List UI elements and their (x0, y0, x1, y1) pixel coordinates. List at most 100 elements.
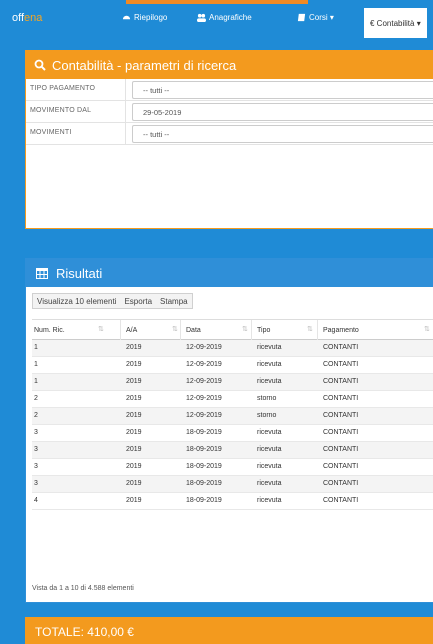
cell-num-ric: 1 (34, 344, 38, 351)
total-bar: TOTALE: 410,00 € (25, 617, 433, 644)
table-row[interactable]: 2 2019 12-09-2019 storno CONTANTI (32, 391, 433, 408)
col-header-aa[interactable]: A/A (126, 327, 137, 334)
table-info: Vista da 1 a 10 di 4.588 elementi (32, 585, 134, 592)
cell-data: 12-09-2019 (186, 344, 222, 351)
page-length-button[interactable]: Visualizza 10 elementi (33, 294, 120, 308)
sort-icon[interactable]: ⇅ (424, 325, 430, 333)
sort-icon[interactable]: ⇅ (172, 325, 178, 333)
cell-data: 18-09-2019 (186, 497, 222, 504)
search-panel-header: Contabilità - parametri di ricerca (26, 51, 433, 79)
col-header-tipo[interactable]: Tipo (257, 327, 270, 334)
movimento-dal-input[interactable]: 29-05-2019 (132, 103, 433, 121)
table-row[interactable]: 4 2019 18-09-2019 ricevuta CONTANTI (32, 493, 433, 510)
cell-data: 12-09-2019 (186, 378, 222, 385)
euro-icon: € Contabilità ▾ (370, 18, 421, 28)
cell-tipo: ricevuta (257, 497, 282, 504)
top-navbar: offena Riepilogo Anagrafiche Corsi ▾ € C… (0, 4, 433, 38)
cell-pagamento: CONTANTI (323, 446, 359, 453)
sort-icon[interactable]: ⇅ (98, 325, 104, 333)
cell-num-ric: 1 (34, 378, 38, 385)
table-row[interactable]: 1 2019 12-09-2019 ricevuta CONTANTI (32, 374, 433, 391)
cell-pagamento: CONTANTI (323, 412, 359, 419)
cell-data: 18-09-2019 (186, 446, 222, 453)
users-icon (197, 13, 206, 22)
field-movimento-dal: MOVIMENTO DAL 29-05-2019 (26, 101, 433, 123)
table-row[interactable]: 3 2019 18-09-2019 ricevuta CONTANTI (32, 425, 433, 442)
sort-icon[interactable]: ⇅ (307, 325, 313, 333)
table-row[interactable]: 3 2019 18-09-2019 ricevuta CONTANTI (32, 442, 433, 459)
search-panel: Contabilità - parametri di ricerca TIPO … (25, 50, 433, 229)
cell-num-ric: 2 (34, 395, 38, 402)
cell-tipo: ricevuta (257, 480, 282, 487)
table-header-row: Num. Ric. ⇅ A/A ⇅ Data ⇅ Tipo ⇅ Pagament… (32, 319, 433, 340)
cell-pagamento: CONTANTI (323, 361, 359, 368)
cell-num-ric: 2 (34, 412, 38, 419)
cell-tipo: ricevuta (257, 429, 282, 436)
print-button[interactable]: Stampa (156, 294, 192, 308)
cell-pagamento: CONTANTI (323, 480, 359, 487)
cell-aa: 2019 (126, 429, 142, 436)
cell-data: 18-09-2019 (186, 463, 222, 470)
cell-tipo: ricevuta (257, 344, 282, 351)
export-button[interactable]: Esporta (120, 294, 156, 308)
cell-data: 12-09-2019 (186, 395, 222, 402)
cell-num-ric: 3 (34, 446, 38, 453)
field-tipo-pagamento: TIPO PAGAMENTO -- tutti -- (26, 79, 433, 101)
movimenti-select[interactable]: -- tutti -- (132, 125, 433, 143)
app-logo[interactable]: offena (12, 12, 42, 24)
cell-aa: 2019 (126, 361, 142, 368)
cell-num-ric: 1 (34, 361, 38, 368)
cell-num-ric: 4 (34, 497, 38, 504)
cell-tipo: ricevuta (257, 463, 282, 470)
cell-pagamento: CONTANTI (323, 378, 359, 385)
col-header-data[interactable]: Data (186, 327, 201, 334)
cell-tipo: ricevuta (257, 446, 282, 453)
field-label: TIPO PAGAMENTO (30, 85, 96, 92)
dashboard-icon (122, 15, 131, 20)
col-header-num-ric[interactable]: Num. Ric. (34, 327, 65, 334)
col-header-pagamento[interactable]: Pagamento (323, 327, 359, 334)
cell-aa: 2019 (126, 412, 142, 419)
table-row[interactable]: 1 2019 12-09-2019 ricevuta CONTANTI (32, 357, 433, 374)
cell-aa: 2019 (126, 344, 142, 351)
field-movimenti: MOVIMENTI -- tutti -- (26, 123, 433, 145)
search-panel-title: Contabilità - parametri di ricerca (52, 57, 237, 73)
cell-pagamento: CONTANTI (323, 497, 359, 504)
cell-aa: 2019 (126, 378, 142, 385)
results-panel-title: Risultati (56, 265, 103, 281)
cell-aa: 2019 (126, 480, 142, 487)
search-icon (34, 59, 46, 71)
table-icon (36, 267, 48, 279)
cell-data: 12-09-2019 (186, 412, 222, 419)
results-table: Num. Ric. ⇅ A/A ⇅ Data ⇅ Tipo ⇅ Pagament… (32, 319, 433, 510)
cell-aa: 2019 (126, 497, 142, 504)
nav-item-contabilita[interactable]: € Contabilità ▾ (364, 8, 427, 38)
cell-num-ric: 3 (34, 480, 38, 487)
cell-data: 18-09-2019 (186, 480, 222, 487)
cell-pagamento: CONTANTI (323, 463, 359, 470)
cell-data: 18-09-2019 (186, 429, 222, 436)
nav-item-anagrafiche[interactable]: Anagrafiche (197, 13, 252, 22)
field-label: MOVIMENTI (30, 129, 72, 136)
cell-data: 12-09-2019 (186, 361, 222, 368)
field-label: MOVIMENTO DAL (30, 107, 92, 114)
cell-tipo: ricevuta (257, 361, 282, 368)
table-row[interactable]: 3 2019 18-09-2019 ricevuta CONTANTI (32, 476, 433, 493)
results-panel-header: Risultati (26, 259, 433, 287)
nav-item-riepilogo[interactable]: Riepilogo (122, 13, 167, 22)
table-row[interactable]: 1 2019 12-09-2019 ricevuta CONTANTI (32, 340, 433, 357)
cell-num-ric: 3 (34, 463, 38, 470)
table-row[interactable]: 2 2019 12-09-2019 storno CONTANTI (32, 408, 433, 425)
table-body: 1 2019 12-09-2019 ricevuta CONTANTI 1 2019 12-0… (32, 340, 433, 510)
table-toolbar: Visualizza 10 elementi Esporta Stampa (32, 293, 193, 309)
sort-icon[interactable]: ⇅ (242, 325, 248, 333)
cell-tipo: storno (257, 395, 277, 402)
cell-tipo: ricevuta (257, 378, 282, 385)
nav-item-corsi[interactable]: Corsi ▾ (297, 13, 334, 22)
cell-aa: 2019 (126, 446, 142, 453)
cell-pagamento: CONTANTI (323, 429, 359, 436)
tipo-pagamento-select[interactable]: -- tutti -- (132, 81, 433, 99)
table-row[interactable]: 3 2019 18-09-2019 ricevuta CONTANTI (32, 459, 433, 476)
results-panel: Risultati Visualizza 10 elementi Esporta… (25, 258, 433, 603)
cell-aa: 2019 (126, 395, 142, 402)
